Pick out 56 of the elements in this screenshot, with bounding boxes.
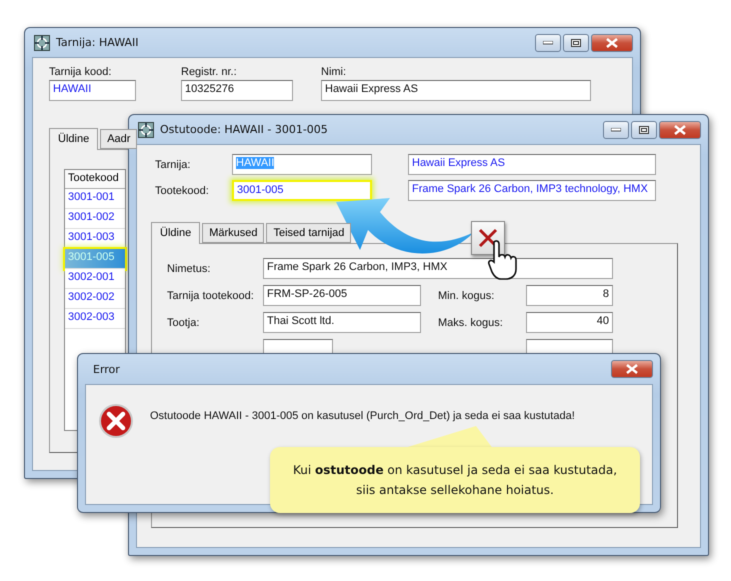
tab[interactable]: Üldine (151, 222, 200, 244)
column-header: Tootekood (65, 170, 125, 189)
input-field[interactable]: Frame Spark 26 Carbon, IMP3, HMX (263, 258, 613, 279)
app-icon (138, 122, 154, 138)
delete-button[interactable] (471, 221, 505, 255)
table-row[interactable]: 3001-003 (65, 229, 125, 249)
table-row[interactable]: 3001-001 (65, 189, 125, 209)
dialog-title: Error (92, 362, 121, 376)
input-field[interactable]: Thai Scott ltd. (263, 312, 421, 333)
field-label: Tarnija kood: (49, 66, 112, 78)
field-label: Tootja: (167, 316, 200, 328)
minimize-icon (543, 40, 553, 44)
input-field[interactable]: Hawaii Express AS (408, 154, 656, 175)
app-icon (34, 34, 50, 50)
input-field[interactable]: Hawaii Express AS (321, 80, 591, 101)
close-icon (606, 38, 618, 48)
field-label: Nimetus: (167, 262, 212, 274)
field-label: Maks. kogus: (438, 316, 504, 328)
input-field[interactable]: FRM-SP-26-005 (263, 285, 421, 306)
window-title: Ostutoode: HAWAII - 3001-005 (160, 123, 329, 136)
maximize-icon (639, 126, 649, 134)
close-button[interactable] (611, 360, 653, 378)
table-row[interactable]: 3002-003 (65, 309, 125, 329)
maximize-button[interactable] (631, 120, 657, 138)
tab[interactable]: Aadr (100, 129, 138, 149)
field-label: Tarnija: (155, 158, 192, 170)
table-row[interactable]: 3001-002 (65, 209, 125, 229)
input-field[interactable]: 3001-005 (232, 180, 372, 201)
input-field[interactable]: HAWAII (49, 80, 136, 101)
table-row[interactable]: 3002-001 (65, 269, 125, 289)
error-icon (98, 403, 134, 439)
table-row[interactable]: 3002-002 (65, 289, 125, 309)
maximize-icon (571, 38, 581, 46)
tab[interactable]: Teised tarnijad (266, 223, 352, 243)
window-title: Tarnija: HAWAII (56, 36, 140, 49)
close-icon (626, 364, 638, 374)
close-button[interactable] (659, 120, 701, 138)
tab[interactable]: Üldine (49, 128, 98, 150)
minimize-button[interactable] (603, 120, 629, 138)
tab[interactable]: Märkused (202, 223, 264, 243)
field-label: Tarnija tootekood: (167, 290, 255, 302)
error-message: Ostutoode HAWAII - 3001-005 on kasutusel (Purch_Ord_Det) ja seda ei saa kustutada! (150, 409, 575, 422)
minimize-button[interactable] (535, 34, 561, 52)
field-label: Tootekood: (155, 184, 210, 196)
field-label: Min. kogus: (438, 290, 496, 302)
cross-icon (477, 227, 499, 249)
maximize-button[interactable] (563, 34, 589, 52)
minimize-icon (611, 128, 621, 132)
close-button[interactable] (591, 34, 633, 52)
field-label: Nimi: (321, 66, 348, 78)
input-field[interactable]: 40 (526, 312, 613, 333)
input-field[interactable]: 8 (526, 285, 613, 306)
field-label: Registr. nr.: (181, 66, 238, 78)
close-icon (674, 124, 686, 134)
input-field[interactable]: 10325276 (181, 80, 293, 101)
input-field[interactable]: Frame Spark 26 Carbon, IMP3 technology, HMX (408, 180, 656, 201)
